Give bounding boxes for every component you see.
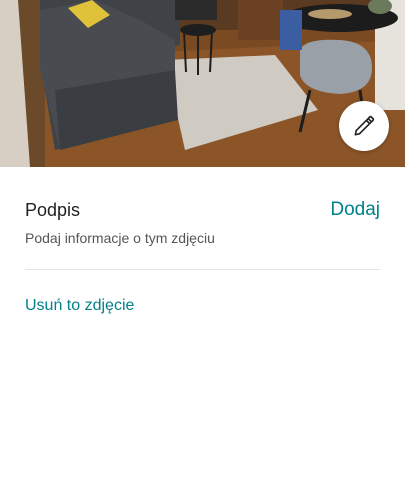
- room-photo: [0, 0, 405, 167]
- edit-photo-button[interactable]: [339, 101, 389, 151]
- caption-hint: Podaj informacje o tym zdjęciu: [25, 230, 215, 246]
- pencil-icon: [354, 115, 375, 136]
- photo-detail-screen: Podpis Dodaj Podaj informacje o tym zdję…: [0, 0, 405, 500]
- divider: [25, 269, 380, 270]
- remove-photo-link[interactable]: Usuń to zdjęcie: [25, 296, 134, 316]
- add-caption-button[interactable]: Dodaj: [330, 198, 380, 222]
- caption-title: Podpis: [25, 200, 81, 220]
